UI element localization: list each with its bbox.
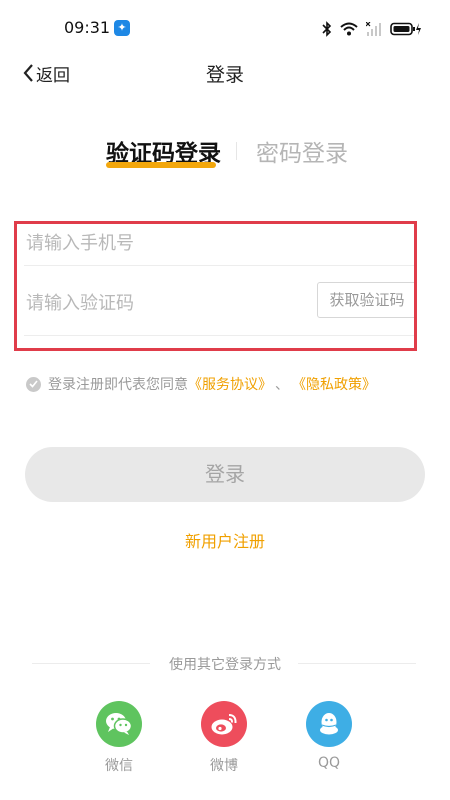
other-login-title: 使用其它登录方式 [169, 657, 281, 673]
status-time: 09:31 [64, 18, 111, 37]
qq-login-button[interactable]: QQ [299, 701, 359, 771]
status-bar: 09:31 ✦ [0, 0, 450, 56]
verification-code-input[interactable] [26, 272, 306, 335]
battery-icon [390, 22, 421, 36]
active-tab-indicator [106, 162, 216, 168]
divider-right [298, 663, 416, 664]
service-agreement-link[interactable]: 《服务协议》 [188, 374, 272, 394]
wifi-icon [340, 22, 358, 36]
weibo-label: 微博 [210, 758, 238, 774]
privacy-policy-link[interactable]: 《隐私政策》 [292, 374, 376, 394]
agreement-separator: 、 [275, 377, 289, 393]
login-button[interactable]: 登录 [25, 447, 425, 502]
weibo-login-button[interactable]: 微博 [194, 701, 254, 775]
phone-field-row [24, 222, 417, 266]
bluetooth-icon [322, 21, 332, 37]
weibo-icon [211, 714, 237, 735]
tab-divider [236, 142, 237, 160]
code-field-row: 获取验证码 [24, 272, 417, 336]
register-link[interactable]: 新用户注册 [0, 528, 450, 552]
wechat-login-button[interactable]: 微信 [89, 701, 149, 775]
agreement-row: 登录注册即代表您同意 《服务协议》 、 《隐私政策》 [26, 374, 376, 394]
tab-password-login[interactable]: 密码登录 [256, 134, 348, 168]
cellular-signal-icon [366, 22, 381, 36]
agreement-text: 登录注册即代表您同意 [48, 377, 188, 393]
page-title: 登录 [205, 64, 244, 86]
qq-label: QQ [317, 755, 341, 771]
wechat-icon [106, 713, 133, 735]
get-code-button[interactable]: 获取验证码 [317, 282, 417, 318]
app-notification-icon: ✦ [114, 20, 130, 36]
wechat-label: 微信 [105, 758, 133, 774]
check-icon [29, 380, 38, 388]
status-icons [322, 20, 422, 38]
agreement-checkbox[interactable] [26, 376, 41, 392]
phone-input[interactable] [26, 222, 306, 265]
qq-icon [320, 713, 338, 735]
